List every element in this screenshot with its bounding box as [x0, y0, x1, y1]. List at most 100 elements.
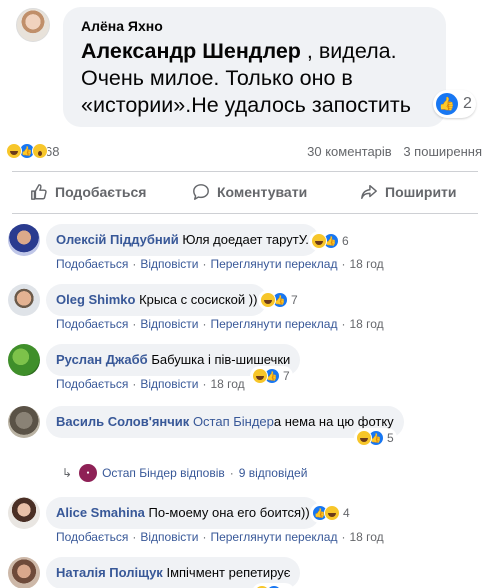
mention-link[interactable]: Остап Біндер: [193, 414, 274, 429]
avatar[interactable]: [16, 8, 50, 42]
stats-right: 30 коментарів 3 поширення: [307, 144, 482, 159]
comment-reactions[interactable]: 👍 7: [252, 583, 295, 588]
comment-bubble: Алёна Яхно Александр Шендлер , видела. О…: [63, 7, 446, 127]
comment-author[interactable]: Наталія Поліщук: [56, 565, 163, 580]
like-icon: 👍: [435, 92, 459, 116]
comment-text: По-моему она его боится)): [148, 505, 310, 520]
avatar[interactable]: [8, 497, 40, 529]
comment-reactions[interactable]: 👍 7: [258, 290, 301, 310]
haha-icon: [252, 368, 268, 384]
comment-author[interactable]: Руслан Джабб: [56, 352, 148, 367]
timestamp[interactable]: 18 год: [349, 257, 383, 271]
comment-meta: Подобається · Відповісти · Переглянути перек…: [56, 530, 384, 544]
comment-button[interactable]: Коментувати: [192, 183, 307, 201]
separator: ·: [132, 377, 137, 391]
reply-author-text: Остап Біндер відповів: [102, 466, 225, 480]
haha-icon: [311, 233, 327, 249]
comment-text: Бабушка і пів-шишечки: [151, 352, 291, 367]
share-icon: [361, 184, 377, 200]
divider: [12, 213, 478, 214]
comment-author[interactable]: Алёна Яхно: [81, 16, 432, 38]
reactions-summary[interactable]: 👍 68: [6, 143, 59, 159]
post-stats: 👍 68 30 коментарів 3 поширення: [0, 139, 490, 165]
like-button[interactable]: Подобається: [30, 183, 146, 201]
reply-link[interactable]: Відповісти: [140, 317, 198, 331]
shares-count[interactable]: 3 поширення: [403, 144, 482, 159]
translate-link[interactable]: Переглянути переклад: [210, 317, 337, 331]
reaction-count: 5: [387, 431, 394, 445]
separator: ·: [202, 377, 207, 391]
comment-reactions[interactable]: 👍 6: [309, 231, 352, 251]
reaction-count: 7: [283, 369, 290, 383]
separator: ·: [202, 530, 207, 544]
comment-text-line-3: «истории».Не удалось запостить: [81, 93, 411, 117]
comment-text: Крыса с сосиской )): [139, 292, 258, 307]
like-link[interactable]: Подобається: [56, 317, 128, 331]
share-label: Поширити: [385, 184, 457, 200]
reply-count: 9 відповідей: [238, 466, 308, 480]
separator: ·: [341, 317, 346, 331]
comment-text: а нема на цю фотку: [273, 414, 394, 429]
haha-icon: [6, 143, 22, 159]
reply-arrow-icon: ↳: [62, 466, 73, 480]
avatar: ●: [79, 464, 98, 482]
reply-thread[interactable]: ↳ ● Остап Біндер відповів · 9 відповідей: [62, 464, 307, 482]
reply-link[interactable]: Відповісти: [140, 377, 198, 391]
avatar[interactable]: [8, 224, 40, 256]
separator: ·: [341, 257, 346, 271]
comment-text-line-1: , видела.: [306, 39, 397, 63]
translate-link[interactable]: Переглянути переклад: [210, 257, 337, 271]
comment-bubble: Василь Солов'янчик Остап Біндера нема на…: [46, 406, 404, 438]
comment-author[interactable]: Oleg Shimko: [56, 292, 135, 307]
separator: ·: [341, 530, 346, 544]
like-link[interactable]: Подобається: [56, 530, 128, 544]
comment-reactions[interactable]: 👍 7: [250, 366, 293, 386]
comment-bubble: Oleg Shimko Крыса с сосиской )): [46, 284, 268, 316]
comment-label: Коментувати: [217, 184, 308, 200]
comments-count[interactable]: 30 коментарів: [307, 144, 392, 159]
avatar[interactable]: [8, 344, 40, 376]
separator: ·: [132, 317, 137, 331]
comment-author[interactable]: Василь Солов'янчик: [56, 414, 189, 429]
reply-link[interactable]: Відповісти: [140, 530, 198, 544]
timestamp[interactable]: 18 год: [210, 377, 244, 391]
mention-link[interactable]: Александр Шендлер: [81, 39, 301, 63]
like-link[interactable]: Подобається: [56, 377, 128, 391]
timestamp[interactable]: 18 год: [349, 317, 383, 331]
translate-link[interactable]: Переглянути переклад: [210, 530, 337, 544]
comment-meta: Подобається · Відповісти · Переглянути перек…: [56, 317, 384, 331]
comment-text: Імпічмент репетирує: [166, 565, 291, 580]
timestamp[interactable]: 18 год: [349, 530, 383, 544]
separator: ·: [132, 257, 137, 271]
reaction-count: 6: [342, 234, 349, 248]
avatar[interactable]: [8, 284, 40, 316]
avatar[interactable]: [8, 557, 40, 588]
reaction-count: 2: [463, 95, 472, 112]
comment-text: Юля доедает тарутУ.: [182, 232, 309, 247]
separator: ·: [132, 530, 137, 544]
comment-bubble: Alice Smahina По-моему она его боится)): [46, 497, 320, 529]
haha-icon: [260, 292, 276, 308]
comment-text-line-2: Очень милое. Только оно в: [81, 66, 353, 90]
comment-icon: [193, 184, 209, 200]
comment-reactions[interactable]: 👍 4: [310, 503, 353, 523]
like-link[interactable]: Подобається: [56, 257, 128, 271]
avatar[interactable]: [8, 406, 40, 438]
comment-reactions[interactable]: 👍 5: [354, 428, 397, 448]
share-button[interactable]: Поширити: [360, 183, 457, 201]
separator: ·: [202, 257, 207, 271]
thumbs-up-icon: [31, 184, 47, 200]
like-label: Подобається: [55, 184, 147, 200]
comment-author[interactable]: Олексій Піддубний: [56, 232, 179, 247]
divider: [12, 171, 478, 172]
comment-author[interactable]: Alice Smahina: [56, 505, 145, 520]
reaction-pill[interactable]: 👍 2: [433, 90, 476, 118]
comment-text: Александр Шендлер , видела. Очень милое.…: [81, 38, 432, 119]
haha-icon: [324, 505, 340, 521]
reaction-count: 4: [343, 506, 350, 520]
reply-link[interactable]: Відповісти: [140, 257, 198, 271]
comment-bubble: Олексій Піддубний Юля доедает тарутУ.: [46, 224, 319, 256]
action-bar: Подобається Коментувати Поширити: [0, 175, 490, 211]
separator: ·: [202, 317, 207, 331]
wow-icon: [32, 143, 48, 159]
